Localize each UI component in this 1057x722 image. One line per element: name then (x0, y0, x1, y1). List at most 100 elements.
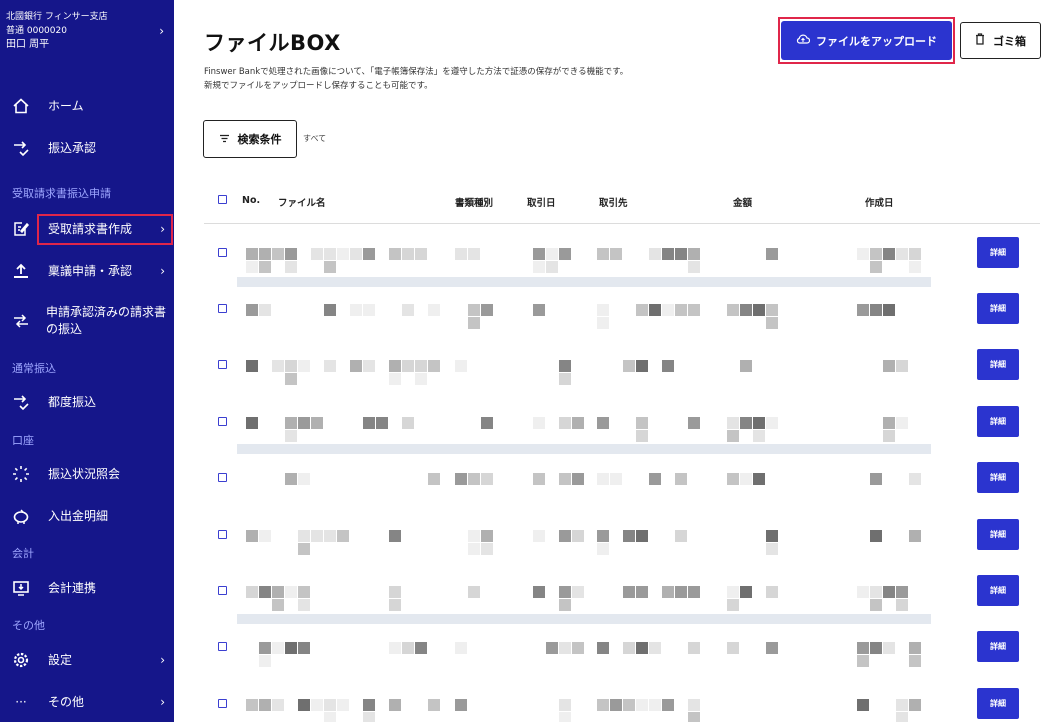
redacted-cell (546, 248, 558, 260)
row-checkbox[interactable] (218, 473, 227, 482)
sidebar-item-each-transfer[interactable]: 都度振込 (0, 391, 174, 413)
chevron-right-icon: › (160, 653, 165, 667)
redacted-cell (481, 417, 493, 429)
redacted-cell (572, 473, 584, 485)
col-doc-type[interactable]: 書類種別 (455, 195, 493, 209)
detail-button[interactable]: 詳細 (977, 406, 1019, 437)
sidebar-item-statement[interactable]: 入出金明細 (0, 505, 174, 527)
detail-button[interactable]: 詳細 (977, 237, 1019, 268)
redacted-cell (662, 304, 674, 316)
col-file-name[interactable]: ファイル名 (278, 195, 326, 209)
redacted-cell (298, 699, 310, 711)
trash-icon (975, 33, 985, 48)
redacted-cell (285, 473, 297, 485)
redacted-cell (363, 360, 375, 372)
redacted-cell (468, 304, 480, 316)
redacted-cell (623, 530, 635, 542)
redacted-cell (337, 530, 349, 542)
redacted-cell (389, 373, 401, 385)
redacted-cell (636, 304, 648, 316)
redacted-cell (727, 430, 739, 442)
sidebar-item-transfer-approval[interactable]: 振込承認 (0, 137, 174, 159)
redacted-cell (415, 373, 427, 385)
row-checkbox[interactable] (218, 586, 227, 595)
redacted-cell (311, 530, 323, 542)
redacted-cell (415, 642, 427, 654)
redacted-cell (559, 417, 571, 429)
redacted-cell (597, 417, 609, 429)
sidebar-item-home[interactable]: ホーム (0, 95, 174, 117)
redacted-cell (559, 473, 571, 485)
sidebar-item-ringi[interactable]: 稟議申請・承認 › (0, 260, 174, 282)
sidebar-item-settings[interactable]: 設定 › (0, 649, 174, 671)
redacted-cell (766, 586, 778, 598)
search-conditions-button[interactable]: 検索条件 (203, 120, 297, 158)
col-trade-date[interactable]: 取引日 (527, 195, 556, 209)
redacted-cell (246, 417, 258, 429)
row-checkbox[interactable] (218, 360, 227, 369)
redacted-cell (285, 417, 297, 429)
redacted-cell (533, 530, 545, 542)
redacted-cell (610, 248, 622, 260)
filter-icon (219, 133, 230, 146)
sidebar-item-accounting-link[interactable]: 会計連携 (0, 577, 174, 599)
row-separator (237, 444, 931, 454)
redacted-cell (623, 699, 635, 711)
redacted-cell (740, 586, 752, 598)
chevron-right-icon: › (159, 24, 164, 38)
page-title: ファイルBOX (204, 31, 341, 55)
redacted-cell (298, 586, 310, 598)
redacted-cell (896, 586, 908, 598)
sidebar-item-transfer-status[interactable]: 振込状況照会 (0, 463, 174, 485)
row-checkbox[interactable] (218, 304, 227, 313)
upload-file-button[interactable]: ファイルをアップロード (781, 21, 952, 60)
home-icon (10, 95, 32, 117)
col-no[interactable]: No. (242, 195, 260, 206)
col-created[interactable]: 作成日 (865, 195, 894, 209)
detail-button[interactable]: 詳細 (977, 349, 1019, 380)
detail-button[interactable]: 詳細 (977, 688, 1019, 719)
sidebar-item-approved-invoice[interactable]: 申請承認済みの請求書の振込 (0, 304, 174, 338)
chevron-right-icon: › (160, 695, 165, 709)
row-checkbox[interactable] (218, 642, 227, 651)
redacted-cell (259, 642, 271, 654)
row-checkbox[interactable] (218, 530, 227, 539)
redacted-cell (896, 248, 908, 260)
detail-button[interactable]: 詳細 (977, 631, 1019, 662)
col-partner[interactable]: 取引先 (599, 195, 628, 209)
redacted-cell (246, 699, 258, 711)
redacted-cell (597, 642, 609, 654)
row-checkbox[interactable] (218, 248, 227, 257)
redacted-cell (455, 699, 467, 711)
redacted-cell (285, 261, 297, 273)
redacted-cell (766, 248, 778, 260)
detail-button[interactable]: 詳細 (977, 575, 1019, 606)
section-other: その他 (12, 619, 45, 632)
redacted-cell (324, 699, 336, 711)
redacted-cell (324, 712, 336, 722)
redacted-cell (350, 248, 362, 260)
more-icon: ··· (15, 695, 27, 709)
redacted-cell (649, 248, 661, 260)
redacted-cell (572, 586, 584, 598)
redacted-cell (597, 543, 609, 555)
trash-button[interactable]: ゴミ箱 (960, 22, 1041, 59)
redacted-cell (402, 360, 414, 372)
redacted-cell (883, 586, 895, 598)
redacted-cell (688, 642, 700, 654)
detail-button[interactable]: 詳細 (977, 293, 1019, 324)
user-name: 田口 周平 (6, 39, 50, 50)
account-switcher[interactable]: 北國銀行 フィンサー支店 普通 0000020 田口 周平 › (6, 10, 170, 52)
redacted-cell (753, 473, 765, 485)
detail-button[interactable]: 詳細 (977, 462, 1019, 493)
redacted-cell (415, 248, 427, 260)
row-checkbox[interactable] (218, 417, 227, 426)
redacted-cell (909, 261, 921, 273)
col-amount[interactable]: 金額 (733, 195, 752, 209)
row-checkbox[interactable] (218, 699, 227, 708)
select-all-checkbox[interactable] (218, 195, 227, 204)
redacted-cell (415, 360, 427, 372)
detail-button[interactable]: 詳細 (977, 519, 1019, 550)
redacted-cell (623, 586, 635, 598)
sidebar-item-other[interactable]: ··· その他 › (0, 691, 174, 713)
